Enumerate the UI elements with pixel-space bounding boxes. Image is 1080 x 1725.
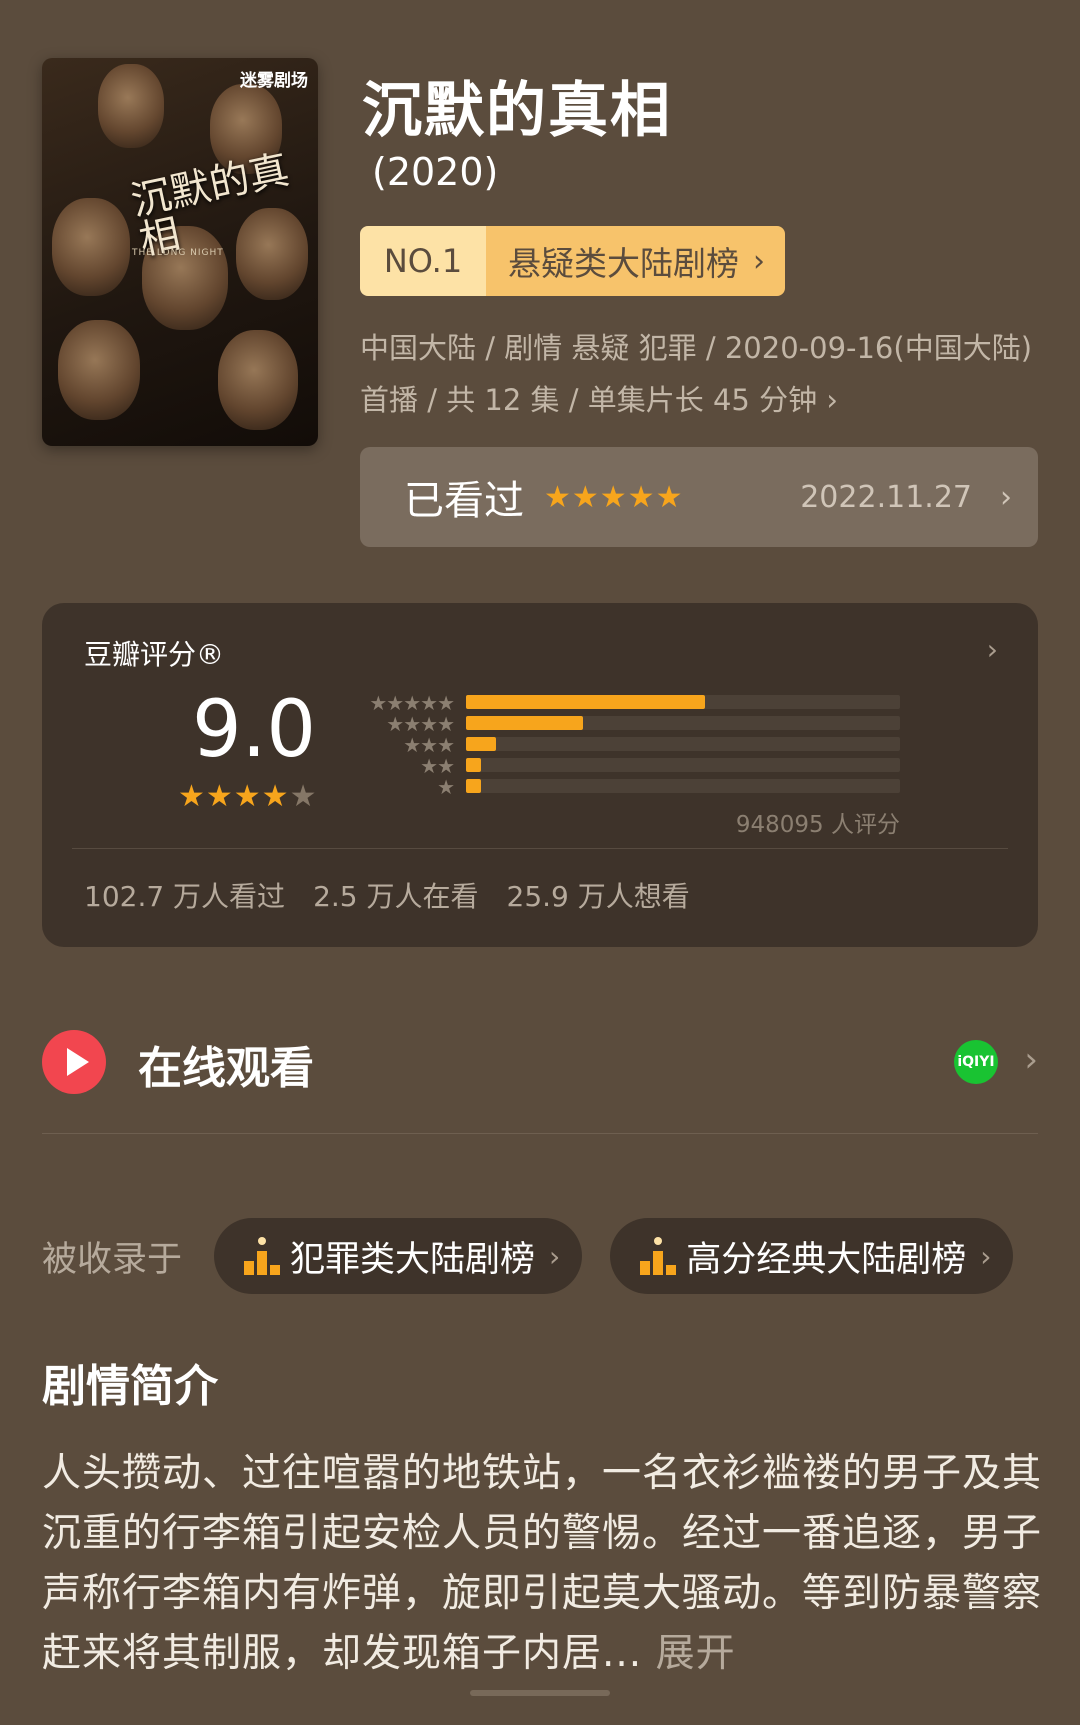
watched-date: 2022.11.27: [800, 479, 972, 515]
star-level-1: ★: [437, 775, 455, 799]
show-poster[interactable]: 迷雾剧场 沉默的真相 THE LONG NIGHT: [42, 58, 318, 446]
rating-score: 9.0: [192, 685, 317, 775]
watch-online-row[interactable]: 在线观看 iQIYI ›: [42, 1030, 1038, 1094]
rating-bar-fill: [466, 716, 584, 730]
stat-want: 25.9 万人想看: [506, 880, 690, 913]
ranking-icon: [640, 1237, 678, 1275]
star-level-5: ★★★★★: [369, 691, 455, 715]
user-rating-stars: ★★★★★: [544, 479, 684, 515]
score-stars: ★★★★★: [178, 779, 317, 814]
rating-count: 948095 人评分: [735, 812, 900, 838]
meta-text: 中国大陆 / 剧情 悬疑 犯罪 / 2020-09-16(中国大陆) 首播 / …: [360, 331, 1033, 417]
rating-bar-5-star: [466, 695, 900, 709]
list-chip-crime[interactable]: 犯罪类大陆剧榜 ›: [214, 1218, 583, 1294]
watched-status-bar[interactable]: 已看过 ★★★★★ 2022.11.27 ›: [360, 447, 1038, 547]
ranking-icon: [244, 1237, 282, 1275]
show-meta-info[interactable]: 中国大陆 / 剧情 悬疑 犯罪 / 2020-09-16(中国大陆) 首播 / …: [360, 322, 1036, 426]
watch-online-label: 在线观看: [138, 1043, 314, 1094]
show-year: (2020): [372, 150, 499, 194]
rating-title: 豆瓣评分®: [84, 638, 225, 671]
divider: [42, 1133, 1038, 1134]
star-level-4: ★★★★: [386, 712, 455, 736]
list-chip-label: 高分经典大陆剧榜: [686, 1239, 967, 1280]
included-in-lists: 被收录于 犯罪类大陆剧榜 › 高分经典大陆剧榜 ›: [42, 1218, 1041, 1294]
chevron-right-icon: ›: [753, 243, 765, 279]
rank-name: 悬疑类大陆剧榜 ›: [486, 226, 785, 296]
show-title: 沉默的真相: [362, 76, 672, 146]
star-level-2: ★★: [420, 754, 455, 778]
rating-bar-2-star: [466, 758, 900, 772]
poster-subtitle-art: THE LONG NIGHT: [132, 248, 224, 258]
iqiyi-icon: iQIYI: [954, 1040, 998, 1084]
list-chip-classic[interactable]: 高分经典大陆剧榜 ›: [610, 1218, 1014, 1294]
play-icon: [42, 1030, 106, 1094]
rating-bar-fill: [466, 779, 482, 793]
star-level-3: ★★★: [403, 733, 455, 757]
poster-logo: 迷雾剧场: [240, 71, 308, 91]
rating-bar-fill: [466, 758, 482, 772]
rating-bar-4-star: [466, 716, 900, 730]
rating-bar-1-star: [466, 779, 900, 793]
chevron-right-icon: ›: [549, 1239, 561, 1273]
score-stars-full: ★★★★: [178, 779, 290, 814]
synopsis-title: 剧情简介: [42, 1361, 218, 1412]
poster-actor-face: [218, 330, 298, 430]
poster-actor-face: [52, 198, 130, 296]
rating-bar-fill: [466, 737, 497, 751]
home-indicator[interactable]: [470, 1690, 610, 1696]
poster-actor-face: [98, 64, 164, 148]
chevron-right-icon: ›: [1000, 479, 1012, 515]
synopsis-text: 人头攒动、过往喧嚣的地铁站，一名衣衫褴褛的男子及其沉重的行李箱引起安检人员的警惕…: [42, 1444, 1042, 1684]
stat-watching: 2.5 万人在看: [313, 880, 479, 913]
rating-stats: 102.7 万人看过 2.5 万人在看 25.9 万人想看: [84, 875, 690, 915]
chevron-right-icon: ›: [826, 383, 838, 417]
rating-bar-fill: [466, 695, 705, 709]
chevron-right-icon: ›: [986, 633, 998, 666]
chevron-right-icon: ›: [980, 1239, 992, 1273]
list-chip-label: 犯罪类大陆剧榜: [290, 1239, 536, 1280]
douban-rating-card[interactable]: 豆瓣评分® › 9.0 ★★★★★ ★★★★★ ★★★★ ★★★ ★★ ★ 94…: [42, 603, 1038, 947]
rating-bar-3-star: [466, 737, 900, 751]
rank-name-label: 悬疑类大陆剧榜: [508, 244, 739, 283]
star-level-labels: ★★★★★ ★★★★ ★★★ ★★ ★: [369, 691, 455, 799]
score-stars-half: ★: [289, 779, 318, 814]
divider: [72, 848, 1008, 849]
watched-label: 已看过: [404, 478, 524, 524]
poster-actor-face: [58, 320, 140, 420]
rank-number: NO.1: [360, 226, 486, 296]
included-label: 被收录于: [42, 1239, 183, 1280]
stat-watched: 102.7 万人看过: [84, 880, 286, 913]
rank-badge[interactable]: NO.1 悬疑类大陆剧榜 ›: [360, 226, 785, 296]
synopsis-body: 人头攒动、过往喧嚣的地铁站，一名衣衫褴褛的男子及其沉重的行李箱引起安检人员的警惕…: [42, 1451, 1043, 1676]
chevron-right-icon: ›: [1024, 1040, 1038, 1080]
expand-link[interactable]: 展开: [656, 1631, 736, 1676]
